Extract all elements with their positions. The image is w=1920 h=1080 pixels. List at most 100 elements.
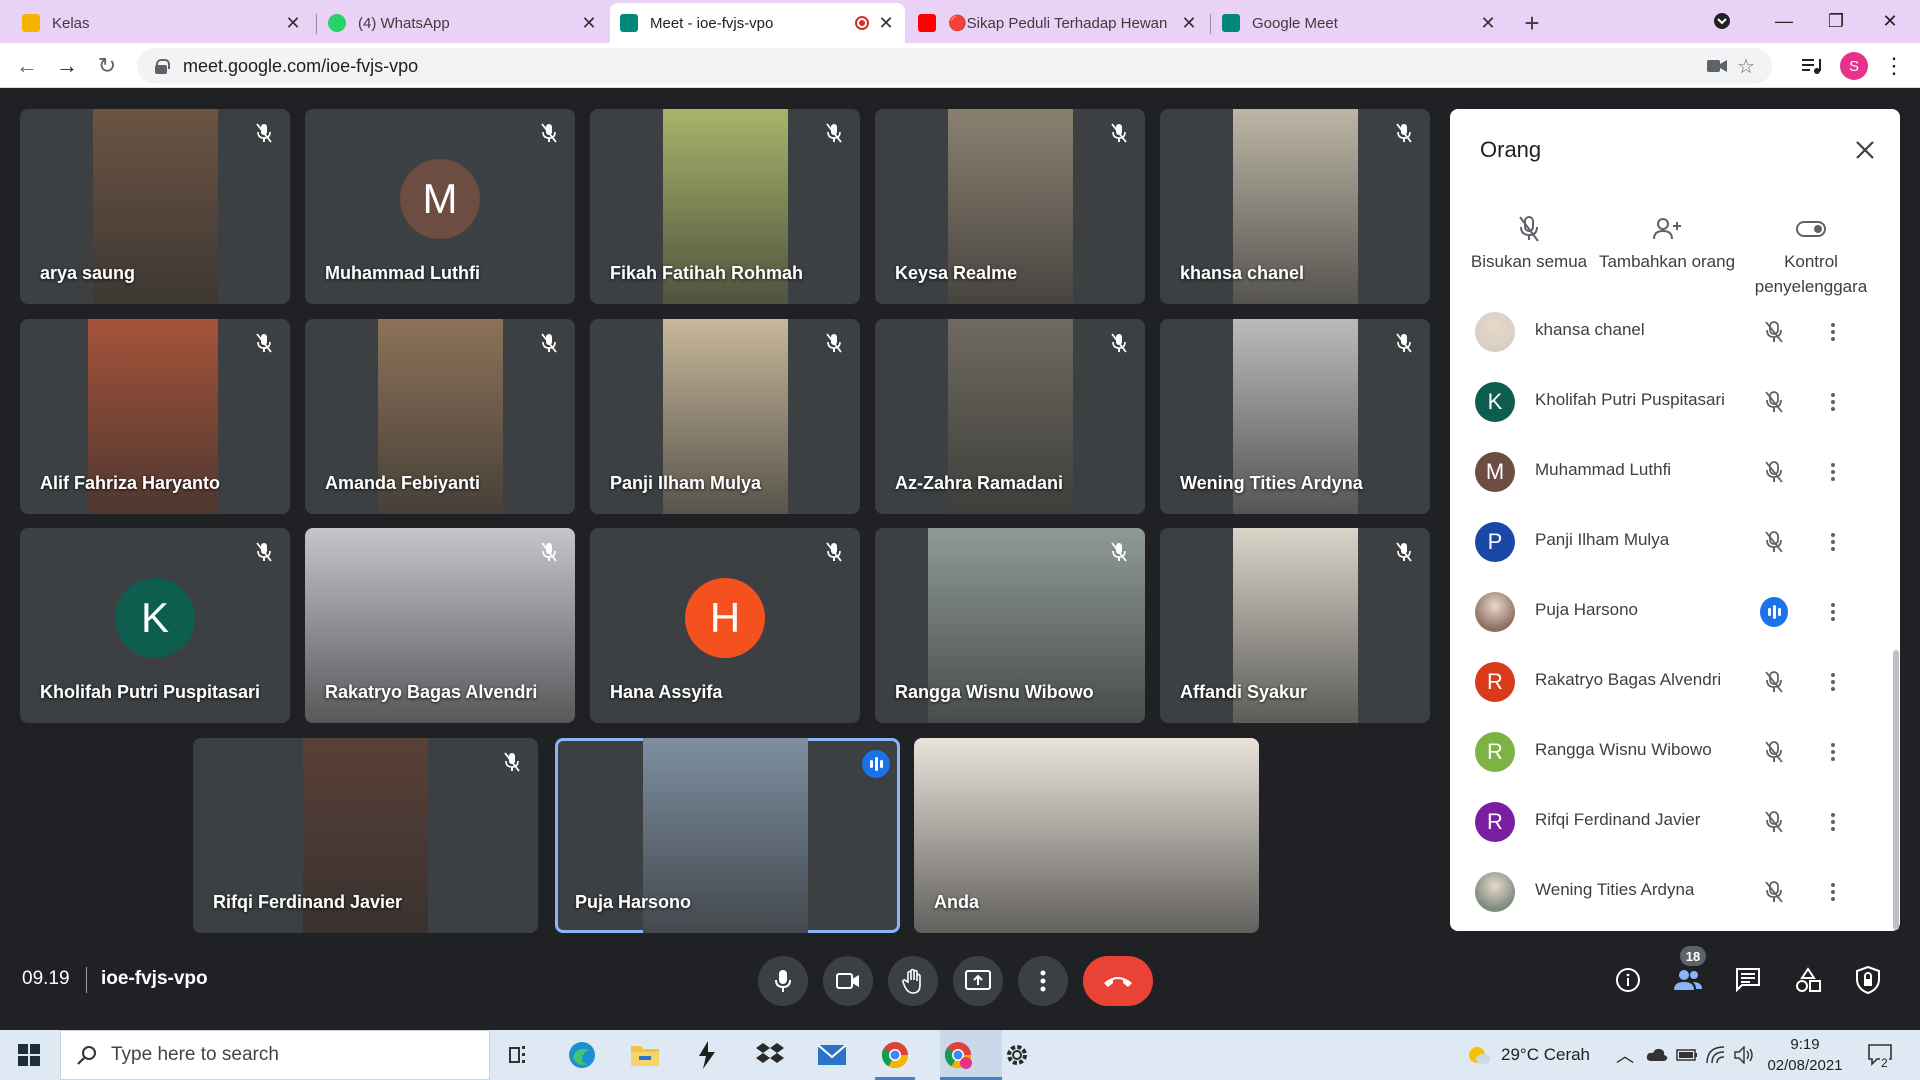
meeting-details-button[interactable] [1610,962,1646,998]
close-tab-icon[interactable]: ✕ [877,13,895,34]
chrome-profile-icon[interactable] [941,1038,975,1072]
more-options-icon[interactable] [1825,318,1841,346]
participant-tile[interactable]: Panji Ilham Mulya [590,319,860,514]
windows-start-icon[interactable] [12,1038,46,1072]
task-view-icon[interactable] [503,1038,537,1072]
people-button[interactable] [1670,962,1706,998]
participant-tile[interactable]: Alif Fahriza Haryanto [20,319,290,514]
participant-tile[interactable]: Amanda Febiyanti [305,319,575,514]
mic-button[interactable] [758,956,808,1006]
wifi-icon[interactable] [1706,1030,1726,1080]
muted-mic-icon[interactable] [1760,878,1788,906]
camera-button[interactable] [823,956,873,1006]
panel-scrollbar[interactable] [1893,650,1899,930]
tab-meet-active[interactable]: Meet - ioe-fvjs-vpo ✕ [610,3,905,43]
file-explorer-icon[interactable] [628,1038,662,1072]
system-clock[interactable]: 9:19 02/08/2021 [1762,1030,1848,1080]
tab-whatsapp[interactable]: (4) WhatsApp ✕ [318,3,608,43]
participant-tile[interactable]: K Kholifah Putri Puspitasari [20,528,290,723]
participant-row[interactable]: P Panji Ilham Mulya [1450,506,1890,576]
participant-tile[interactable]: Rakatryo Bagas Alvendri [305,528,575,723]
participant-row[interactable]: K Kholifah Putri Puspitasari [1450,366,1890,436]
more-options-button[interactable] [1018,956,1068,1006]
close-tab-icon[interactable]: ✕ [580,13,598,34]
participant-row[interactable]: khansa chanel [1450,309,1890,366]
participant-tile[interactable]: Rangga Wisnu Wibowo [875,528,1145,723]
muted-mic-icon[interactable] [1760,388,1788,416]
more-options-icon[interactable] [1825,458,1841,486]
minimize-icon[interactable]: — [1754,4,1814,38]
weather-widget[interactable]: 29°C Cerah [1467,1030,1590,1080]
participant-tile[interactable]: M Muhammad Luthfi [305,109,575,304]
bookmark-star-icon[interactable]: ☆ [1737,48,1755,84]
participant-row[interactable]: R Rakatryo Bagas Alvendri [1450,646,1890,716]
participant-tile[interactable]: Wening Tities Ardyna [1160,319,1430,514]
more-options-icon[interactable] [1825,878,1841,906]
participant-tile[interactable]: Affandi Syakur [1160,528,1430,723]
close-window-icon[interactable]: ✕ [1860,4,1920,38]
winamp-icon[interactable] [690,1038,724,1072]
participant-tile[interactable]: Az-Zahra Ramadani [875,319,1145,514]
camera-in-use-icon[interactable] [1707,48,1727,84]
participant-tile[interactable]: Anda [914,738,1259,933]
participant-tile[interactable]: H Hana Assyifa [590,528,860,723]
show-hidden-icons-chevron-icon[interactable]: ︿ [1616,1030,1634,1080]
close-panel-button[interactable] [1848,133,1882,167]
mail-icon[interactable] [815,1038,849,1072]
more-options-icon[interactable] [1825,388,1841,416]
new-tab-button[interactable]: + [1510,3,1554,43]
browser-menu-icon[interactable]: ⋮ [1877,49,1911,83]
muted-mic-icon[interactable] [1760,528,1788,556]
back-icon[interactable]: ← [10,49,44,83]
muted-mic-icon[interactable] [1760,318,1788,346]
participant-row[interactable]: R Rifqi Ferdinand Javier [1450,786,1890,856]
participant-row[interactable]: R Rangga Wisnu Wibowo [1450,716,1890,786]
settings-gear-icon[interactable] [1000,1038,1034,1072]
participant-tile[interactable]: arya saung [20,109,290,304]
restore-icon[interactable]: ❐ [1806,4,1866,38]
more-options-icon[interactable] [1825,808,1841,836]
participant-tile[interactable]: Keysa Realme [875,109,1145,304]
participant-row[interactable]: Wening Tities Ardyna [1450,856,1890,926]
address-bar[interactable]: meet.google.com/ioe-fvjs-vpo ☆ [137,48,1772,84]
end-call-button[interactable] [1083,956,1153,1006]
host-controls-button[interactable] [1850,962,1886,998]
muted-mic-icon[interactable] [1760,668,1788,696]
mute-all-button[interactable]: Bisukan semua [1454,209,1604,274]
cloud-icon[interactable] [1646,1030,1668,1080]
participant-tile[interactable]: Rifqi Ferdinand Javier [193,738,538,933]
tab-google-meet[interactable]: Google Meet ✕ [1212,3,1507,43]
participant-tile[interactable]: Puja Harsono [555,738,900,933]
reload-icon[interactable]: ↻ [90,49,124,83]
more-options-icon[interactable] [1825,528,1841,556]
close-tab-icon[interactable]: ✕ [1180,13,1198,34]
participant-row[interactable]: M Muhammad Luthfi [1450,436,1890,506]
muted-mic-icon[interactable] [1760,458,1788,486]
forward-icon[interactable]: → [50,49,84,83]
more-options-icon[interactable] [1825,598,1841,626]
notification-center-icon[interactable]: 2 [1868,1030,1894,1080]
profile-avatar[interactable]: S [1840,52,1868,80]
close-tab-icon[interactable]: ✕ [284,13,302,34]
edge-browser-icon[interactable] [565,1038,599,1072]
present-screen-button[interactable] [953,956,1003,1006]
participant-row[interactable]: Puja Harsono [1450,576,1890,646]
muted-mic-icon[interactable] [1760,738,1788,766]
add-person-button[interactable]: Tambahkan orang [1592,209,1742,274]
chrome-icon[interactable] [878,1038,912,1072]
dropbox-icon[interactable] [753,1038,787,1072]
more-options-icon[interactable] [1825,738,1841,766]
activities-button[interactable] [1790,962,1826,998]
raise-hand-button[interactable] [888,956,938,1006]
participant-tile[interactable]: Fikah Fatihah Rohmah [590,109,860,304]
tab-youtube[interactable]: 🔴Sikap Peduli Terhadap Hewan ✕ [908,3,1208,43]
tab-kelas[interactable]: Kelas ✕ [12,3,312,43]
close-tab-icon[interactable]: ✕ [1479,13,1497,34]
muted-mic-icon[interactable] [1760,808,1788,836]
participant-tile[interactable]: khansa chanel [1160,109,1430,304]
more-options-icon[interactable] [1825,668,1841,696]
taskbar-search-box[interactable]: Type here to search [60,1030,490,1080]
tab-search-icon[interactable] [1692,4,1752,38]
battery-icon[interactable] [1676,1030,1698,1080]
media-control-icon[interactable] [1795,49,1829,83]
